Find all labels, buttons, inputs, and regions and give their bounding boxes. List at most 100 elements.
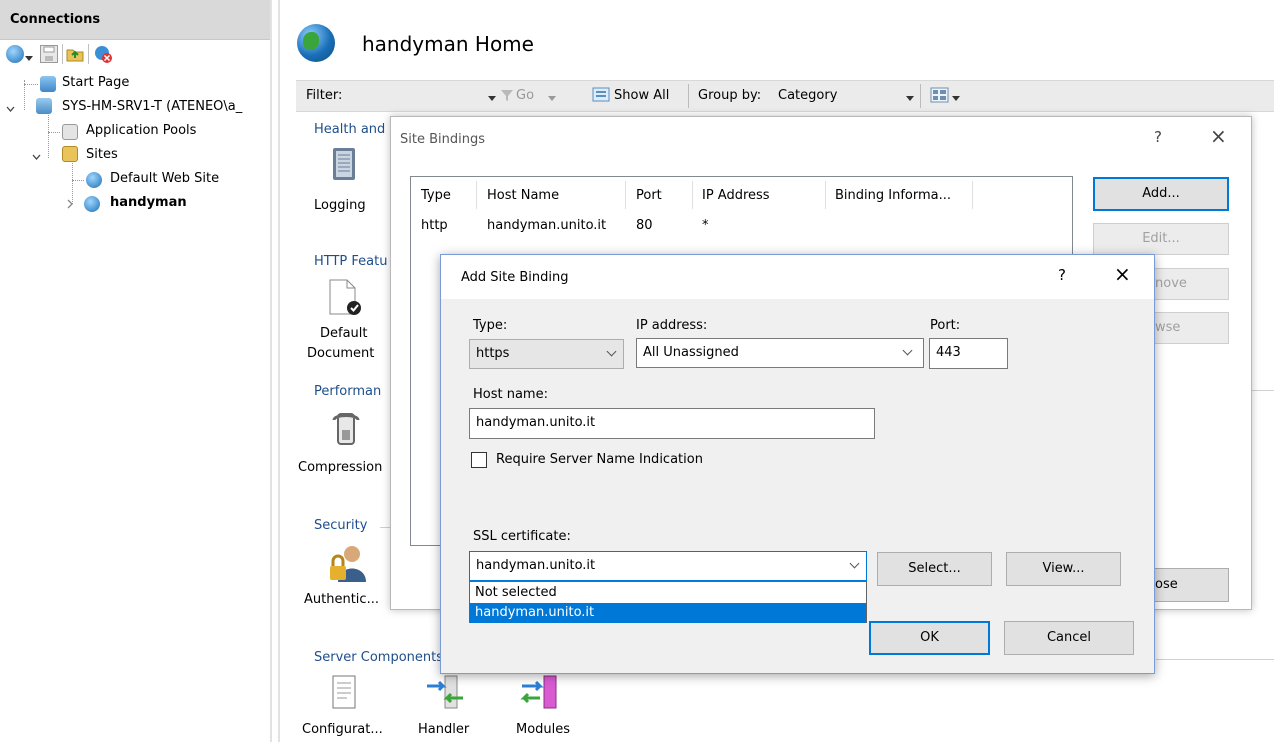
column-separator[interactable]	[972, 181, 973, 209]
configuration-editor-icon	[330, 674, 358, 710]
go-button[interactable]: Go	[516, 88, 534, 103]
ssl-certificate-select[interactable]: handyman.unito.it	[469, 551, 867, 581]
port-label: Port:	[930, 318, 961, 333]
tree-item-handyman[interactable]: handyman	[110, 195, 187, 210]
handler-mappings-icon	[425, 674, 465, 710]
dropdown-arrow-icon[interactable]	[25, 51, 33, 61]
add-site-binding-help-button[interactable]: ?	[1058, 266, 1066, 284]
sites-folder-icon	[62, 146, 78, 162]
binding-row-port[interactable]: 80	[636, 218, 653, 233]
column-ip-address[interactable]: IP Address	[702, 188, 770, 203]
compression-icon	[330, 410, 362, 450]
column-separator[interactable]	[476, 181, 477, 209]
tree-item-sites[interactable]: Sites	[86, 147, 118, 162]
column-binding-information[interactable]: Binding Informa...	[835, 188, 951, 203]
view-mode-dropdown-icon[interactable]	[952, 91, 960, 101]
group-server-components: Server Components	[314, 650, 444, 665]
ssl-option-handyman[interactable]: handyman.unito.it	[470, 603, 866, 623]
select-certificate-button[interactable]: Select...	[877, 552, 992, 586]
column-port[interactable]: Port	[636, 188, 662, 203]
add-site-binding-title: Add Site Binding	[461, 270, 569, 285]
sni-label[interactable]: Require Server Name Indication	[496, 452, 703, 467]
feature-logging[interactable]: Logging	[314, 198, 366, 213]
ip-address-label: IP address:	[636, 318, 708, 333]
ip-address-value: All Unassigned	[643, 345, 739, 360]
feature-handler-mappings[interactable]: Handler	[418, 722, 469, 737]
tree-line	[72, 180, 84, 181]
ip-address-select[interactable]: All Unassigned	[636, 338, 924, 368]
toolbar-separator	[62, 44, 63, 64]
logging-icon	[330, 146, 358, 182]
ssl-certificate-dropdown-list[interactable]: Not selected handyman.unito.it	[469, 581, 867, 623]
default-document-icon	[327, 278, 363, 318]
folder-up-icon[interactable]	[66, 45, 84, 63]
pane-splitter[interactable]	[270, 0, 280, 742]
feature-configuration-editor[interactable]: Configurat...	[302, 722, 383, 737]
cancel-button[interactable]: Cancel	[1004, 621, 1134, 655]
binding-row-type[interactable]: http	[421, 218, 448, 233]
feature-default-document-line1[interactable]: Default	[320, 326, 368, 341]
feature-default-document-line2[interactable]: Document	[307, 346, 374, 361]
group-by-dropdown-icon[interactable]	[906, 91, 914, 101]
server-icon	[36, 98, 52, 114]
tree-line	[24, 84, 38, 85]
feature-compression[interactable]: Compression	[298, 460, 382, 475]
globe-connect-icon[interactable]	[6, 45, 24, 63]
collapse-chevron-icon[interactable]	[6, 102, 15, 112]
toolbar-separator	[920, 84, 921, 108]
sni-checkbox[interactable]	[471, 452, 487, 468]
expand-chevron-icon[interactable]	[66, 198, 74, 209]
show-all-button[interactable]: Show All	[614, 88, 669, 103]
type-select-value: https	[476, 346, 510, 361]
binding-row-host[interactable]: handyman.unito.it	[487, 218, 606, 233]
website-globe-icon	[86, 172, 102, 188]
ssl-option-not-selected[interactable]: Not selected	[470, 583, 866, 603]
application-pools-icon	[62, 124, 78, 140]
group-by-select[interactable]: Category	[778, 88, 837, 103]
save-icon[interactable]	[40, 45, 58, 63]
go-dropdown-icon[interactable]	[548, 91, 556, 101]
tree-item-application-pools[interactable]: Application Pools	[86, 123, 196, 138]
ssl-certificate-value: handyman.unito.it	[476, 558, 596, 573]
connections-title: Connections	[10, 12, 101, 27]
feature-authentication[interactable]: Authentic...	[304, 592, 379, 607]
column-separator[interactable]	[692, 181, 693, 209]
website-globe-icon	[84, 196, 100, 212]
host-name-input[interactable]: handyman.unito.it	[469, 408, 875, 439]
view-mode-icon[interactable]	[930, 86, 950, 104]
column-type[interactable]: Type	[421, 188, 451, 203]
filter-label: Filter:	[306, 88, 343, 103]
type-label: Type:	[473, 318, 508, 333]
site-bindings-close-button[interactable]: ×	[1210, 124, 1227, 148]
ok-button[interactable]: OK	[869, 621, 990, 655]
host-name-label: Host name:	[473, 387, 548, 402]
site-globe-icon	[297, 24, 335, 62]
filter-dropdown-icon[interactable]	[488, 91, 496, 101]
disconnect-icon[interactable]	[94, 45, 112, 63]
column-separator[interactable]	[825, 181, 826, 209]
group-health: Health and	[314, 122, 386, 137]
add-site-binding-close-button[interactable]: ×	[1114, 262, 1131, 286]
add-binding-button[interactable]: Add...	[1093, 177, 1229, 211]
tree-item-default-web-site[interactable]: Default Web Site	[110, 171, 219, 186]
feature-modules[interactable]: Modules	[516, 722, 570, 737]
filter-input[interactable]	[352, 84, 484, 108]
type-select[interactable]: https	[469, 339, 624, 369]
group-separator	[1156, 659, 1274, 660]
column-separator[interactable]	[625, 181, 626, 209]
funnel-icon	[500, 88, 514, 102]
tree-item-start-page[interactable]: Start Page	[62, 75, 129, 90]
site-bindings-help-button[interactable]: ?	[1154, 128, 1162, 146]
collapse-chevron-icon[interactable]	[32, 150, 41, 160]
site-bindings-title: Site Bindings	[400, 132, 485, 147]
port-input[interactable]: 443	[929, 338, 1008, 369]
edit-binding-button[interactable]: Edit...	[1093, 223, 1229, 255]
modules-icon	[520, 674, 560, 710]
ssl-certificate-label: SSL certificate:	[473, 529, 571, 544]
authentication-icon	[326, 544, 370, 584]
tree-item-server[interactable]: SYS-HM-SRV1-T (ATENEO\a_	[62, 99, 242, 114]
binding-row-ip[interactable]: *	[702, 218, 709, 233]
column-host-name[interactable]: Host Name	[487, 188, 559, 203]
view-certificate-button[interactable]: View...	[1006, 552, 1121, 586]
group-http-features: HTTP Featu	[314, 254, 388, 269]
